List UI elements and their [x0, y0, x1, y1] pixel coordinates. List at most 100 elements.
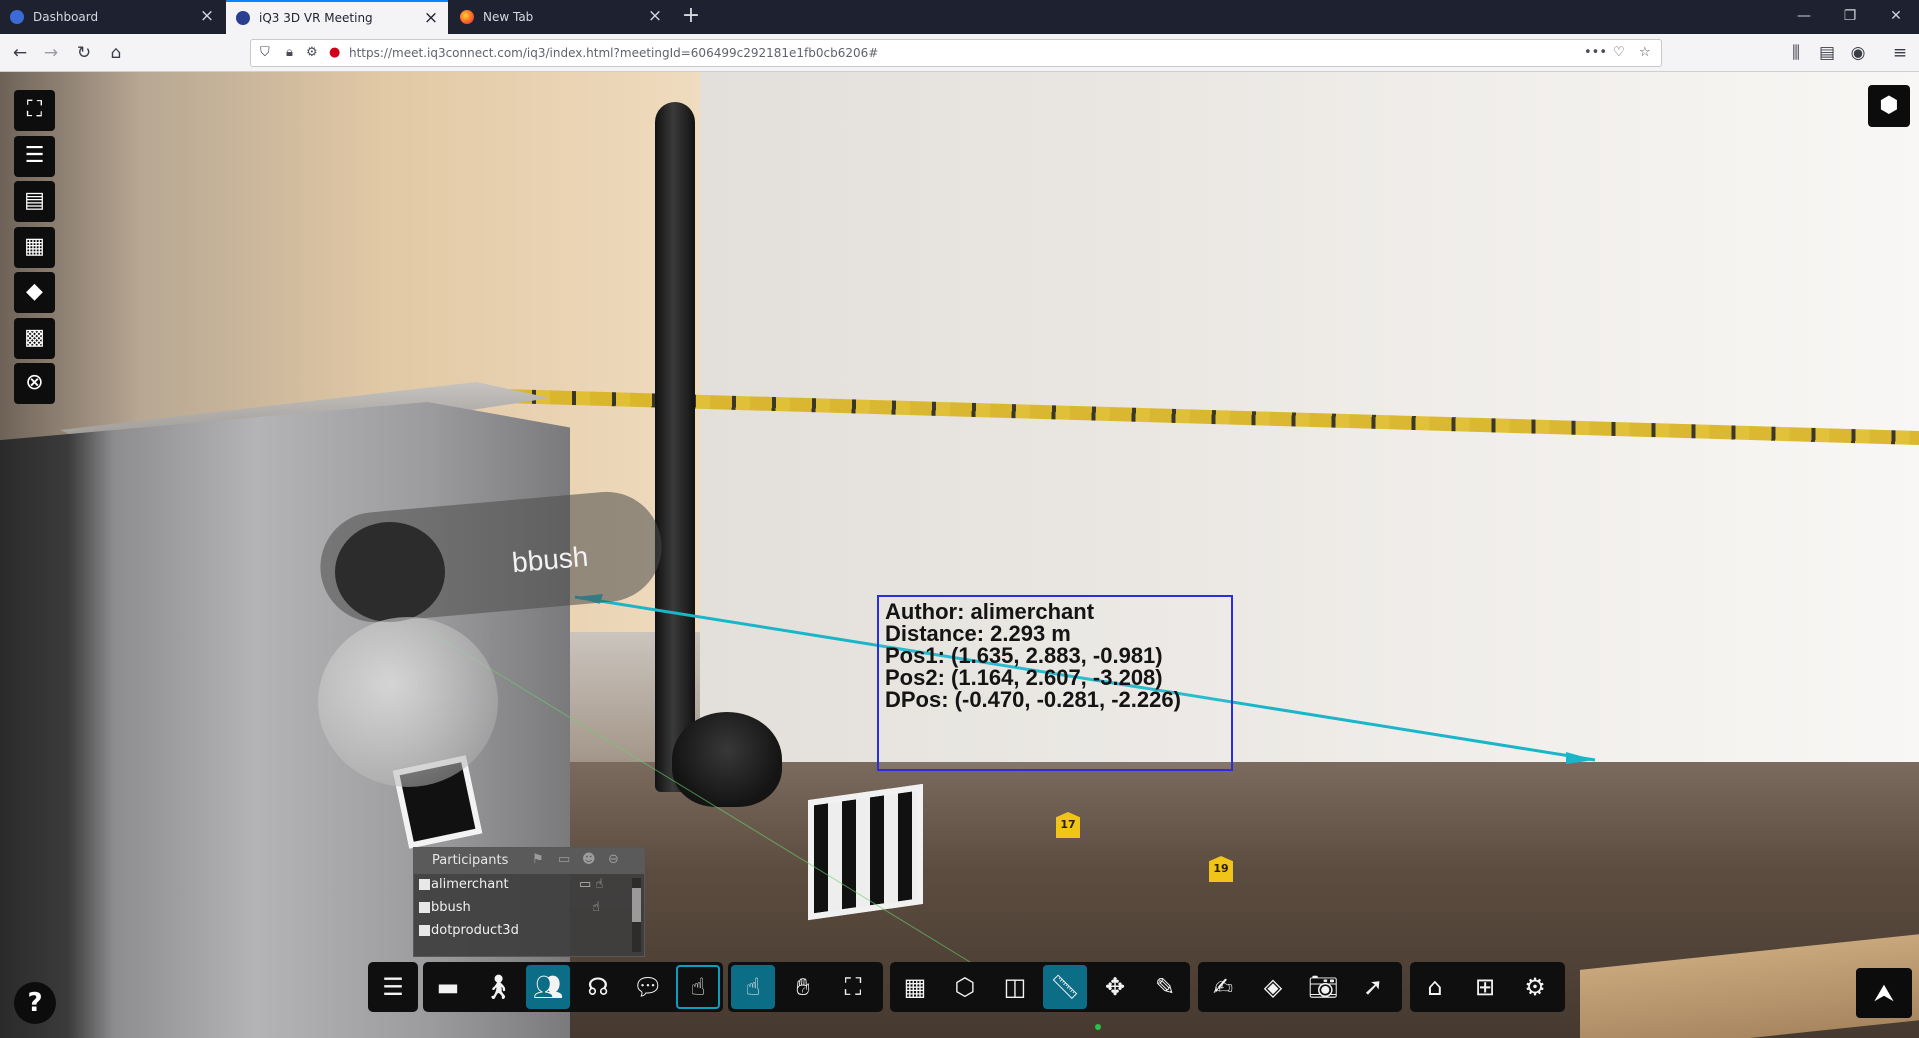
browser-nav-bar: ← → ↻ ⌂ ⛉ 🔒︎ ⚙ ● https://meet.iq3connect…: [0, 34, 1919, 72]
participant-name: dotproduct3d: [431, 923, 519, 938]
3d-viewport[interactable]: 17 19 Author: alimerchant Distance: 2.29…: [0, 72, 1919, 1038]
fullscreen-icon[interactable]: ⛶: [831, 965, 875, 1009]
measure-ruler-icon[interactable]: 📏︎: [1043, 965, 1087, 1009]
user-settings-icon[interactable]: ☻: [582, 852, 596, 867]
forward-icon[interactable]: →: [39, 42, 63, 66]
move-icon[interactable]: ✥: [1093, 965, 1137, 1009]
chat-permission-icon[interactable]: ▭: [558, 852, 570, 867]
camera-icon[interactable]: 📷︎: [1301, 965, 1345, 1009]
scrollbar-thumb[interactable]: [632, 888, 641, 922]
participants-icon[interactable]: 👥︎: [526, 965, 570, 1009]
participant-checkbox[interactable]: [419, 902, 430, 913]
toolbar-group-collaboration: ▬ 🚶︎ 👥︎ ☊ 💬︎ ☝: [423, 962, 723, 1012]
left-toolbar: ⛶ ☰ ▤ ▦ ◆ ▩ ⊗: [14, 90, 56, 409]
pointer-icon[interactable]: ➚: [1351, 965, 1395, 1009]
presenter-icon[interactable]: ☊: [576, 965, 620, 1009]
measurement-author: Author: alimerchant: [885, 599, 1095, 624]
tag-icon[interactable]: ◈: [1251, 965, 1295, 1009]
draw-pen-icon[interactable]: ✎: [1143, 965, 1187, 1009]
shield-icon[interactable]: ⛉: [260, 45, 270, 60]
new-tab-button[interactable]: +: [678, 4, 704, 30]
layers-icon[interactable]: ▦: [893, 965, 937, 1009]
document-list-icon[interactable]: ☰: [14, 135, 55, 177]
library-icon[interactable]: ⫼: [1784, 42, 1808, 66]
reload-icon[interactable]: ↻: [72, 42, 96, 66]
app-menu-icon[interactable]: ≡: [1888, 42, 1912, 66]
notes-icon[interactable]: ▤: [14, 181, 55, 222]
participants-panel: Participants ⚑ ▭ ☻ ⊖ alimerchant ▭ ☝ bbu…: [413, 847, 645, 957]
toolbar-group-navigation: ⌂ ⊞ ⚙: [1410, 962, 1565, 1012]
tab-label: Dashboard: [33, 10, 99, 24]
touch-icon[interactable]: ☝: [676, 965, 720, 1009]
close-tab-icon[interactable]: ×: [198, 7, 216, 25]
close-tab-icon[interactable]: ×: [422, 9, 440, 27]
settings-icon[interactable]: ⚙: [1513, 965, 1557, 1009]
restore-icon[interactable]: ❐: [1827, 0, 1873, 34]
measurement-distance: Distance: 2.293 m: [885, 621, 1071, 646]
permissions-icon[interactable]: ⚙: [306, 45, 318, 60]
measurement-dpos: DPos: (-0.470, -0.281, -2.226): [885, 687, 1181, 712]
measurement-overlay: [429, 594, 1596, 963]
navigation-arrow-icon[interactable]: ⮝: [1856, 968, 1912, 1018]
close-tab-icon[interactable]: ×: [646, 7, 664, 25]
bookmark-star-icon[interactable]: ☆: [1639, 45, 1651, 60]
firefox-favicon: [460, 10, 474, 24]
tab-dashboard[interactable]: Dashboard ×: [0, 0, 224, 34]
toolbar-group-menu: ☰: [368, 962, 418, 1012]
scene-tree-icon[interactable]: ⛶: [14, 90, 55, 131]
microphone-icon[interactable]: ●: [329, 45, 340, 60]
participant-row[interactable]: dotproduct3d: [414, 920, 644, 943]
toolbar-group-annotation: ✍ ◈ 📷︎ ➚: [1198, 962, 1402, 1012]
tab-label: New Tab: [483, 10, 534, 24]
url-bar[interactable]: ⛉ 🔒︎ ⚙ ● https://meet.iq3connect.com/iq3…: [250, 39, 1662, 67]
sidebar-icon[interactable]: ▤: [1815, 42, 1839, 66]
participants-title: Participants: [432, 853, 509, 868]
toolbar-group-interaction: ☝ ✋︎ ⛶: [728, 962, 883, 1012]
page-actions-icon[interactable]: •••: [1584, 45, 1607, 60]
vr-headset-avatar-icon: [335, 522, 445, 622]
participant-row[interactable]: bbush ☝: [414, 897, 644, 920]
participants-scrollbar[interactable]: [632, 878, 641, 952]
pointer-permission-icon[interactable]: ⚑: [532, 852, 544, 867]
select-hand-icon[interactable]: ☝: [731, 965, 775, 1009]
participant-name: bbush: [431, 900, 471, 915]
toolbar-group-view-tools: ▦ ⬡ ◫ 📏︎ ✥ ✎: [890, 962, 1190, 1012]
tag-icon[interactable]: ◆: [14, 272, 55, 313]
lock-icon[interactable]: 🔒︎: [286, 45, 293, 60]
participant-row[interactable]: alimerchant ▭ ☝: [414, 874, 644, 897]
minimize-panel-icon[interactable]: ⊖: [608, 852, 619, 867]
section-box-icon[interactable]: ◫: [993, 965, 1037, 1009]
iq3-favicon: [236, 11, 250, 25]
dashboard-favicon: [10, 10, 24, 24]
url-text[interactable]: https://meet.iq3connect.com/iq3/index.ht…: [349, 46, 878, 60]
participant-name: alimerchant: [431, 877, 509, 892]
close-icon[interactable]: ⊗: [14, 363, 55, 404]
menu-icon[interactable]: ☰: [371, 965, 415, 1009]
view-cube-icon[interactable]: ⬢: [1868, 85, 1910, 127]
help-button[interactable]: ?: [14, 982, 56, 1024]
add-comment-icon[interactable]: 💬︎: [626, 965, 670, 1009]
account-icon[interactable]: ◉: [1846, 42, 1870, 66]
pocket-icon[interactable]: ♡: [1613, 45, 1625, 60]
measurement-pos1: Pos1: (1.635, 2.883, -0.981): [885, 643, 1163, 668]
cube-icon[interactable]: ⬡: [943, 965, 987, 1009]
connection-status-dot: [1095, 1024, 1101, 1030]
home-icon[interactable]: ⌂: [1413, 965, 1457, 1009]
grab-hand-icon[interactable]: ✋︎: [781, 965, 825, 1009]
measurement-label[interactable]: Author: alimerchant Distance: 2.293 m Po…: [877, 595, 1233, 771]
participant-checkbox[interactable]: [419, 879, 430, 890]
media-icon[interactable]: ▦: [14, 226, 55, 268]
walk-icon[interactable]: 🚶︎: [476, 965, 520, 1009]
grid-view-icon[interactable]: ⊞: [1463, 965, 1507, 1009]
home-icon[interactable]: ⌂: [104, 42, 128, 66]
minimize-icon[interactable]: —: [1781, 0, 1827, 34]
vr-headset-icon[interactable]: ▬: [426, 965, 470, 1009]
browser-tab-bar: Dashboard × iQ3 3D VR Meeting × New Tab …: [0, 0, 1919, 34]
tab-new-tab[interactable]: New Tab ×: [450, 0, 672, 34]
tab-iq3-meeting[interactable]: iQ3 3D VR Meeting ×: [226, 0, 448, 34]
participant-checkbox[interactable]: [419, 925, 430, 936]
qr-code-icon[interactable]: ▩: [14, 317, 55, 359]
back-icon[interactable]: ←: [8, 42, 32, 66]
window-close-icon[interactable]: ✕: [1873, 0, 1919, 34]
annotate-icon[interactable]: ✍: [1201, 965, 1245, 1009]
